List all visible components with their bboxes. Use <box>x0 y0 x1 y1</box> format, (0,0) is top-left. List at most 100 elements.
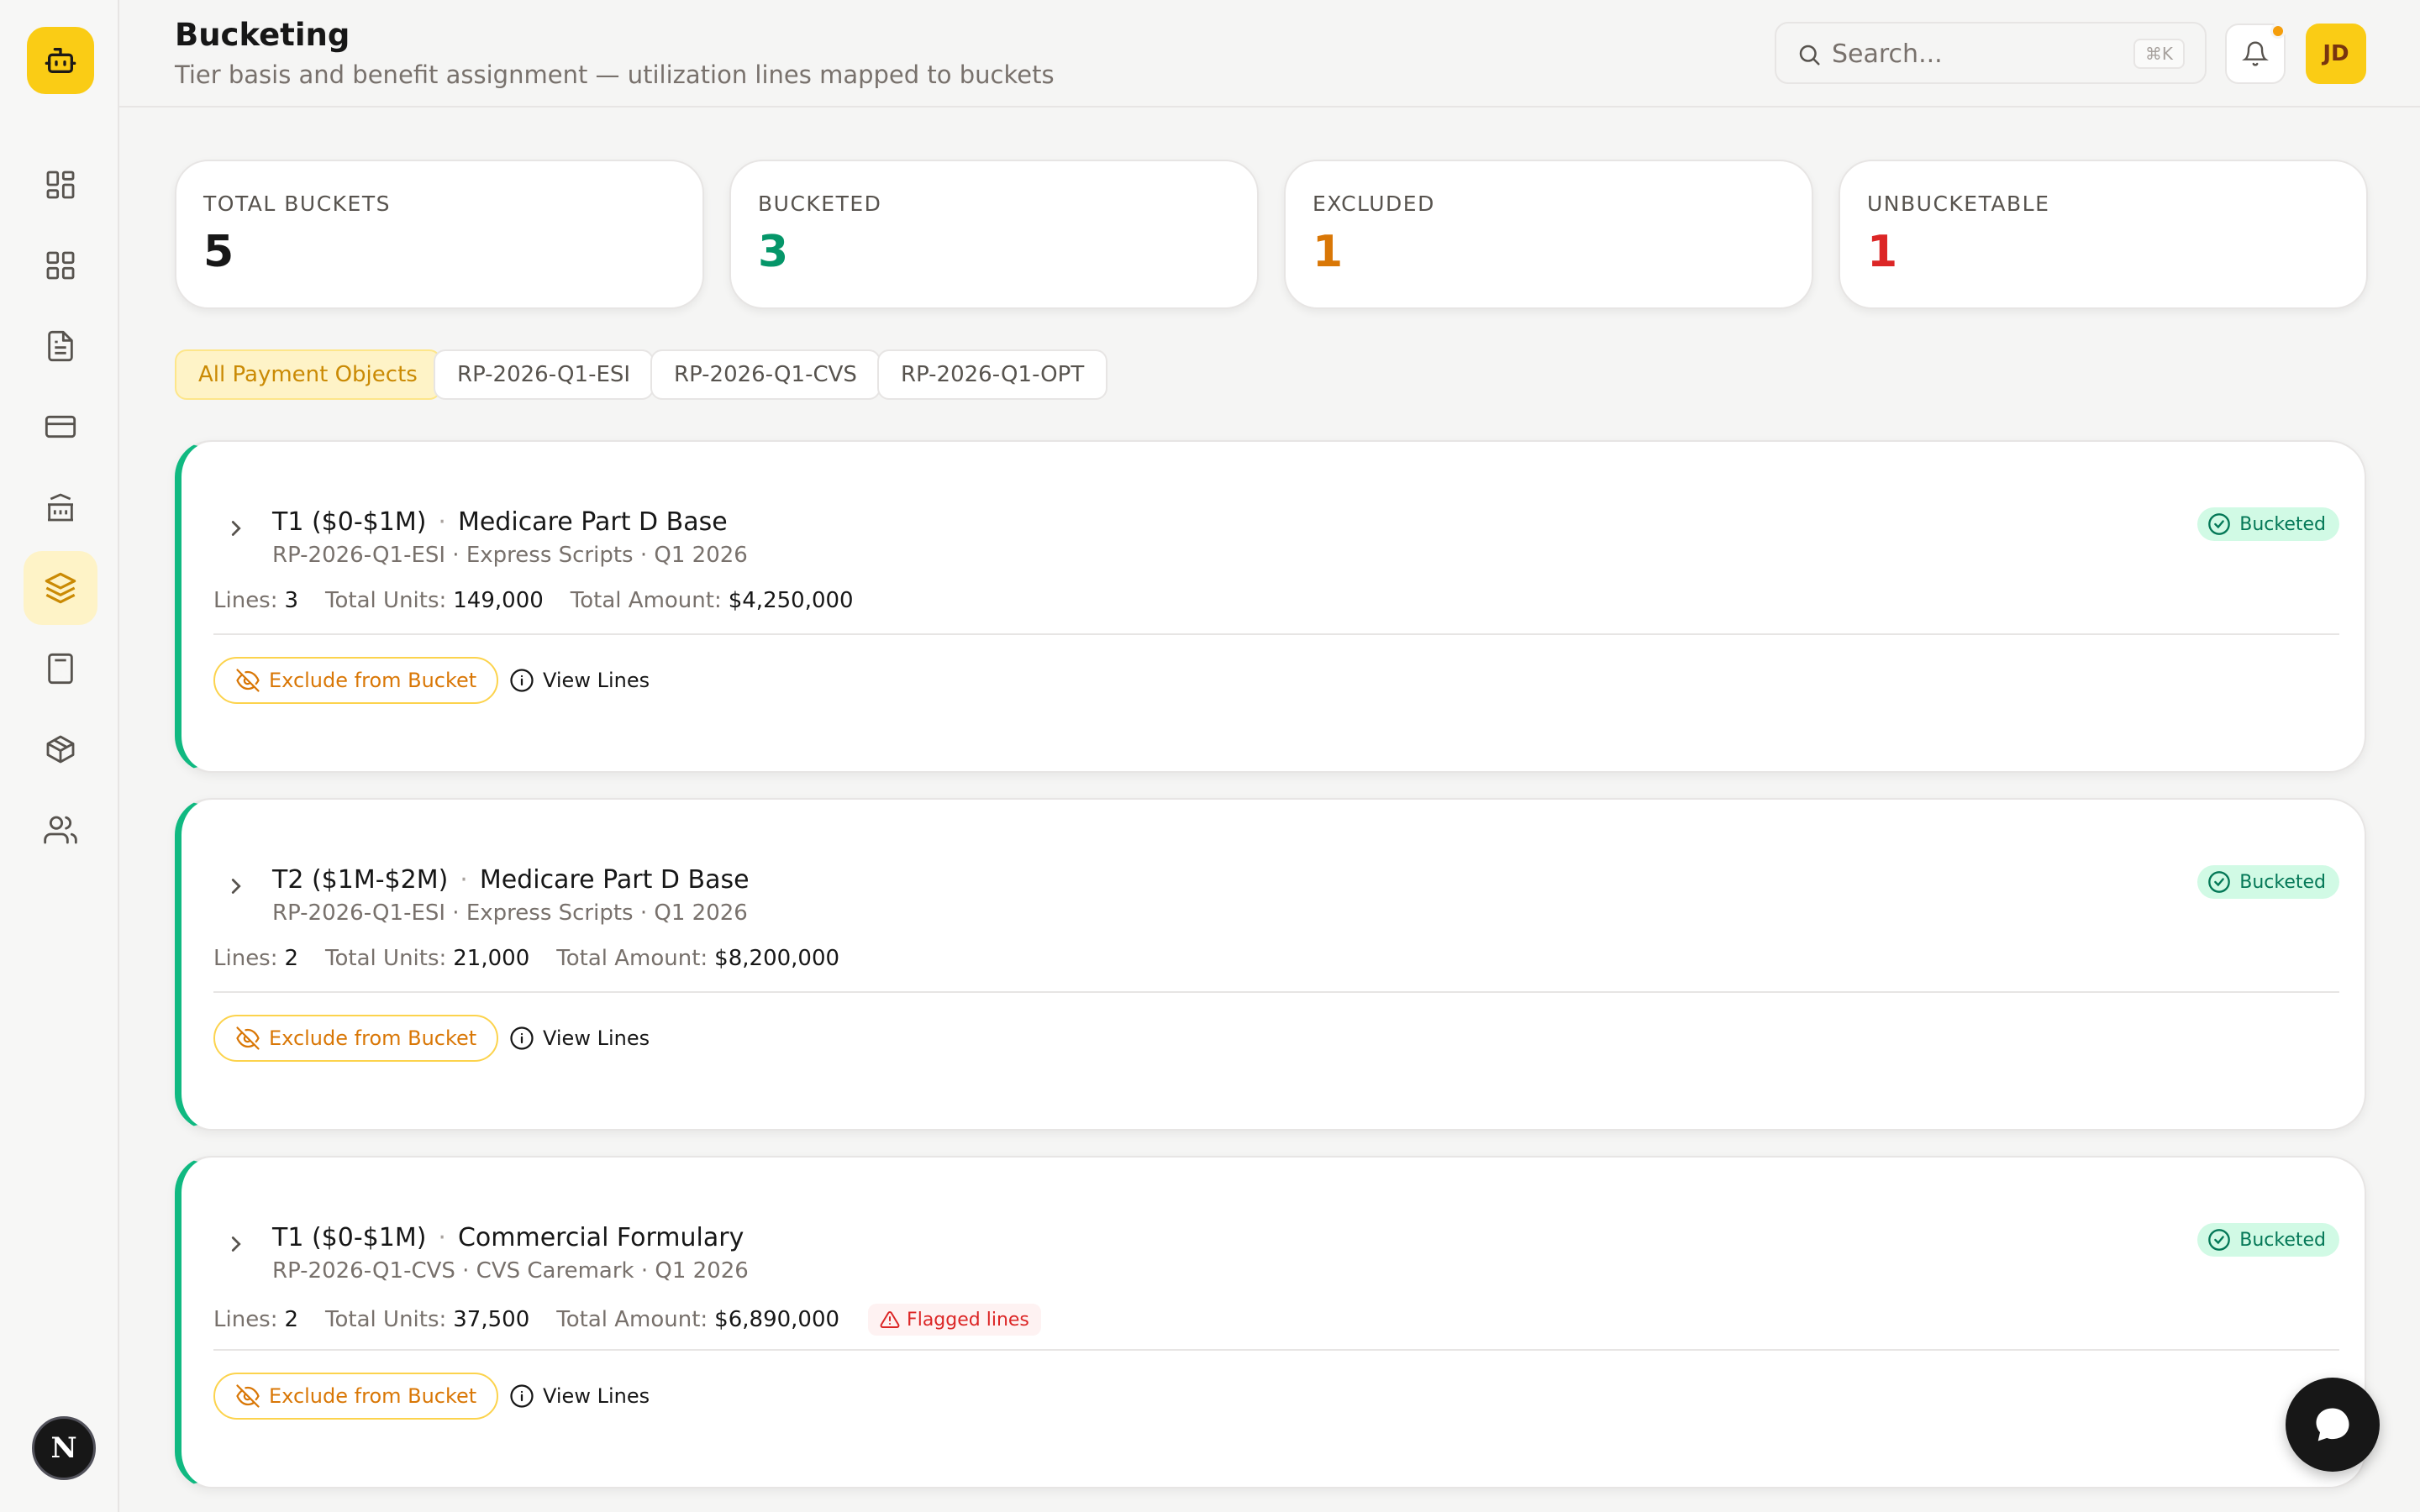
bucket-stats: Lines: 2 Total Units: 21,000 Total Amount:… <box>213 946 866 971</box>
chevron-right-icon[interactable] <box>224 1231 249 1257</box>
bucket-title: T1 ($0-$1M) · Medicare Part D Base <box>272 507 728 537</box>
check-circle-icon <box>2208 871 2231 893</box>
amount-label: Total Amount: <box>556 1307 708 1332</box>
bucket-benefit: Commercial Formulary <box>457 1223 744 1252</box>
stat-label: BUCKETED <box>758 192 882 216</box>
page-subtitle: Tier basis and benefit assignment — util… <box>175 60 1055 89</box>
separator-dot: · <box>438 1223 446 1252</box>
sidebar-item-payments[interactable] <box>24 390 97 464</box>
bucket-stats: Lines: 2 Total Units: 37,500 Total Amount:… <box>213 1304 1041 1336</box>
lines-value: 2 <box>284 946 299 971</box>
stat-label: UNBUCKETABLE <box>1867 192 2050 216</box>
divider <box>213 991 2339 993</box>
chat-button[interactable] <box>2286 1378 2380 1472</box>
exclude-button-label: Exclude from Bucket <box>269 1384 477 1408</box>
eye-off-icon <box>236 1026 260 1050</box>
filter-all-payment-objects[interactable]: All Payment Objects <box>175 349 441 400</box>
document-icon <box>48 330 73 362</box>
search-shortcut-hint: ⌘K <box>2133 39 2185 69</box>
stat-card-total-buckets: TOTAL BUCKETS 5 <box>175 160 704 309</box>
exclude-button-label: Exclude from Bucket <box>269 669 477 692</box>
stat-card-bucketed: BUCKETED 3 <box>729 160 1259 309</box>
grid-icon <box>46 251 75 280</box>
exclude-from-bucket-button[interactable]: Exclude from Bucket <box>213 657 499 704</box>
exclude-from-bucket-button[interactable]: Exclude from Bucket <box>213 1015 499 1062</box>
notification-dot <box>2270 24 2286 39</box>
sidebar-item-documents[interactable] <box>24 309 97 383</box>
stat-value: 5 <box>203 227 234 277</box>
users-icon <box>44 816 77 844</box>
amount-label: Total Amount: <box>556 946 708 971</box>
search-box[interactable]: ⌘K <box>1775 22 2207 84</box>
status-badge: Bucketed <box>2197 507 2339 541</box>
stat-label: EXCLUDED <box>1313 192 1435 216</box>
sidebar-item-products[interactable] <box>24 712 97 786</box>
bucket-tier: T1 ($0-$1M) <box>272 1223 427 1252</box>
units-label: Total Units: <box>325 1307 447 1332</box>
status-badge: Bucketed <box>2197 1223 2339 1257</box>
eye-off-icon <box>236 669 260 692</box>
units-value: 37,500 <box>453 1307 530 1332</box>
divider <box>213 633 2339 635</box>
flagged-lines-label: Flagged lines <box>907 1309 1029 1331</box>
lines-label: Lines: <box>213 1307 278 1332</box>
exclude-from-bucket-button[interactable]: Exclude from Bucket <box>213 1373 499 1420</box>
bucket-card: T1 ($0-$1M) · Medicare Part D Base RP-2026… <box>175 440 2366 773</box>
lines-label: Lines: <box>213 946 278 971</box>
units-label: Total Units: <box>325 588 447 613</box>
view-lines-label: View Lines <box>543 669 650 692</box>
divider <box>213 1349 2339 1351</box>
calculator-icon <box>48 653 73 685</box>
app-logo[interactable] <box>27 27 94 94</box>
sidebar-item-calculator[interactable] <box>24 632 97 706</box>
bucket-card: T2 ($1M-$2M) · Medicare Part D Base RP-202… <box>175 798 2366 1131</box>
framework-badge[interactable]: N <box>32 1416 96 1480</box>
sidebar-item-bucketing[interactable] <box>24 551 97 625</box>
bucket-card: T1 ($0-$1M) · Commercial Formulary RP-2026… <box>175 1156 2366 1488</box>
stat-card-excluded: EXCLUDED 1 <box>1284 160 1813 309</box>
robot-icon <box>45 48 76 74</box>
bucket-title: T1 ($0-$1M) · Commercial Formulary <box>272 1223 744 1252</box>
filter-rp-2026-q1-cvs[interactable]: RP-2026-Q1-CVS <box>650 349 881 400</box>
top-header: Bucketing Tier basis and benefit assignm… <box>119 0 2420 108</box>
bucket-benefit: Medicare Part D Base <box>457 507 728 537</box>
stat-label: TOTAL BUCKETS <box>203 192 391 216</box>
check-circle-icon <box>2208 1229 2231 1251</box>
sidebar-item-bank[interactable] <box>24 470 97 544</box>
units-value: 149,000 <box>453 588 544 613</box>
chat-bubble-icon <box>2316 1408 2349 1441</box>
separator-dot: · <box>438 507 446 537</box>
sidebar-item-dashboard[interactable] <box>24 148 97 222</box>
bell-icon <box>2242 41 2269 66</box>
status-badge-label: Bucketed <box>2239 871 2326 893</box>
page-title: Bucketing <box>175 17 350 53</box>
avatar[interactable]: JD <box>2306 24 2366 84</box>
exclude-button-label: Exclude from Bucket <box>269 1026 477 1050</box>
chevron-right-icon[interactable] <box>224 516 249 541</box>
sidebar-item-grid[interactable] <box>24 228 97 302</box>
info-icon <box>510 1384 534 1408</box>
filter-rp-2026-q1-opt[interactable]: RP-2026-Q1-OPT <box>877 349 1108 400</box>
credit-card-icon <box>45 415 76 438</box>
sidebar-item-users[interactable] <box>24 793 97 867</box>
amount-value: $6,890,000 <box>714 1307 840 1332</box>
stat-card-unbucketable: UNBUCKETABLE 1 <box>1839 160 2368 309</box>
flagged-lines-badge: Flagged lines <box>868 1304 1041 1336</box>
lines-value: 2 <box>284 1307 299 1332</box>
notifications-button[interactable] <box>2225 24 2286 84</box>
status-badge-label: Bucketed <box>2239 1229 2326 1251</box>
bucket-subtitle: RP-2026-Q1-ESI · Express Scripts · Q1 20… <box>272 543 748 568</box>
view-lines-label: View Lines <box>543 1026 650 1050</box>
search-input[interactable] <box>1832 35 2118 72</box>
units-label: Total Units: <box>325 946 447 971</box>
view-lines-button[interactable]: View Lines <box>509 1015 650 1062</box>
info-icon <box>510 1026 534 1050</box>
eye-off-icon <box>236 1384 260 1408</box>
bucket-tier: T2 ($1M-$2M) <box>272 865 449 895</box>
chevron-right-icon[interactable] <box>224 874 249 899</box>
filter-rp-2026-q1-esi[interactable]: RP-2026-Q1-ESI <box>434 349 655 400</box>
view-lines-button[interactable]: View Lines <box>509 657 650 704</box>
bucket-tier: T1 ($0-$1M) <box>272 507 427 537</box>
view-lines-button[interactable]: View Lines <box>509 1373 650 1420</box>
amount-value: $8,200,000 <box>714 946 840 971</box>
